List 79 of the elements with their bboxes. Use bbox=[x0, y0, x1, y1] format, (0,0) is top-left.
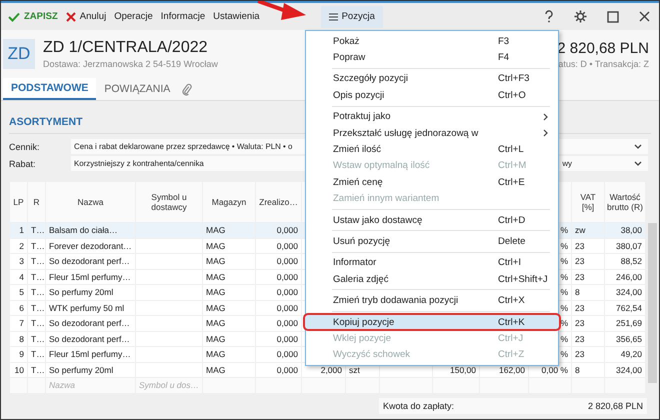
table-cell: 4 bbox=[10, 270, 27, 284]
table-cell: 88,52 bbox=[605, 254, 645, 268]
table-cell: MAG bbox=[203, 332, 255, 346]
table-cell: MAG bbox=[203, 362, 255, 377]
table-cell: MAG bbox=[203, 316, 255, 330]
document-type-badge: ZD bbox=[3, 39, 35, 69]
table-cell: MAG bbox=[203, 285, 255, 300]
table-cell: T… bbox=[28, 362, 45, 377]
table-cell: 49,20 bbox=[605, 347, 645, 362]
status-line: atus: D • Transakcja: Z bbox=[557, 58, 649, 68]
field-label: Rabat: bbox=[9, 158, 37, 168]
table-cell: T… bbox=[28, 223, 45, 238]
section-title: ASORTYMENT bbox=[9, 116, 82, 128]
table-cell: MAG bbox=[203, 347, 255, 362]
table-cell: T… bbox=[28, 316, 45, 330]
table-cell: MAG bbox=[203, 238, 255, 253]
table-cell: 23 bbox=[572, 238, 604, 253]
table-cell: 8 bbox=[10, 332, 27, 346]
table-cell: 8 bbox=[572, 362, 604, 377]
table-cell: 1 bbox=[10, 223, 27, 238]
table-cell: 23 bbox=[572, 254, 604, 268]
table-cell: MAG bbox=[203, 270, 255, 284]
table-cell: So perfumy 20ml bbox=[46, 362, 135, 377]
table-cell: 0,000 bbox=[256, 254, 301, 268]
table-cell: 38,00 bbox=[605, 223, 645, 238]
table-cell: So perfumy 20ml bbox=[46, 285, 135, 300]
table-cell: 0,000 bbox=[256, 285, 301, 300]
amount-due-label: Kwota do zapłaty: bbox=[383, 400, 454, 410]
table-cell: MAG bbox=[203, 254, 255, 268]
field-label: Cennik: bbox=[9, 142, 41, 152]
table-cell: So dezodorant perf… bbox=[46, 254, 135, 268]
table-cell: WTK perfumy 50 ml bbox=[46, 300, 135, 315]
table-cell: MAG bbox=[203, 300, 255, 315]
table-cell: T… bbox=[28, 300, 45, 315]
table-cell: 6 bbox=[10, 300, 27, 315]
table-cell: 9 bbox=[10, 347, 27, 362]
table-cell: Balsam do ciała… bbox=[46, 223, 135, 238]
table-cell: 0,000 bbox=[256, 238, 301, 253]
table-cell: 5 bbox=[10, 285, 27, 300]
table-cell: 762,54 bbox=[605, 300, 645, 315]
table-cell: 324,00 bbox=[605, 362, 645, 377]
table-cell: 246,00 bbox=[605, 270, 645, 284]
delivery-address: Dostawa: Jerzmanowska 2 54-519 Wrocław bbox=[43, 59, 218, 69]
table-cell: 324,00 bbox=[605, 285, 645, 300]
table-cell: 23 bbox=[572, 347, 604, 362]
table-cell: 23 bbox=[572, 270, 604, 284]
table-cell: 10 bbox=[10, 362, 27, 377]
table-cell: T… bbox=[28, 254, 45, 268]
table-cell: 23 bbox=[572, 332, 604, 346]
table-cell: T… bbox=[28, 238, 45, 253]
amount-due-value: 2 820,68 PLN bbox=[588, 400, 643, 410]
table-cell: 0,000 bbox=[256, 332, 301, 346]
table-cell: zw bbox=[572, 223, 604, 238]
table-cell: 380,07 bbox=[605, 238, 645, 253]
table-cell: 251,69 bbox=[605, 316, 645, 330]
table-cell: So dezodorant perf… bbox=[46, 316, 135, 330]
table-cell: 356,65 bbox=[605, 332, 645, 346]
table-cell: 8 bbox=[572, 285, 604, 300]
table-cell: 0,000 bbox=[256, 316, 301, 330]
table-cell: 0,000 bbox=[256, 270, 301, 284]
table-cell: 23 bbox=[572, 316, 604, 330]
table-cell: 0,000 bbox=[256, 223, 301, 238]
table-cell: 23 bbox=[572, 300, 604, 315]
table-cell: T… bbox=[28, 332, 45, 346]
table-cell: 0,000 bbox=[256, 300, 301, 315]
table-cell: 7 bbox=[10, 316, 27, 330]
table-cell: 0,000 bbox=[256, 347, 301, 362]
table-cell: T… bbox=[28, 285, 45, 300]
table-cell: MAG bbox=[203, 223, 255, 238]
table-cell: So dezodorant perf… bbox=[46, 332, 135, 346]
table-cell: 3 bbox=[10, 254, 27, 268]
table-cell: 2 bbox=[10, 238, 27, 253]
table-cell: T… bbox=[28, 347, 45, 362]
document-title: ZD 1/CENTRALA/2022 bbox=[43, 39, 209, 57]
table-cell: Fleur 15ml perfumy… bbox=[46, 270, 135, 284]
table-cell: 0,000 bbox=[256, 362, 301, 377]
table-cell: T… bbox=[28, 270, 45, 284]
table-cell: Forever dezodorant… bbox=[46, 238, 135, 253]
table-cell: Fleur 15ml perfumy… bbox=[46, 347, 135, 362]
